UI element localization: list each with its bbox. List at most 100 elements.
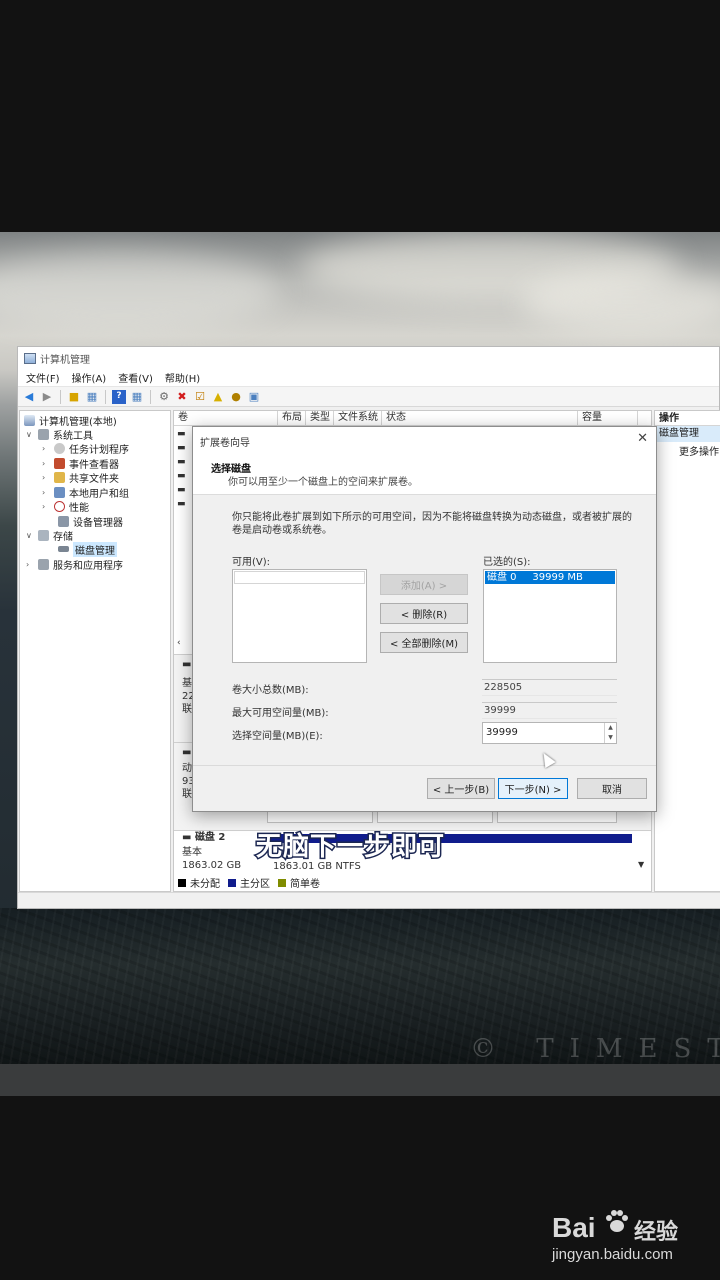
sky-cloud (0, 252, 280, 332)
window-titlebar: 计算机管理 (18, 347, 719, 369)
wizard-description: 你只能将此卷扩展到如下所示的可用空间，因为不能将磁盘转换为动态磁盘，或者被扩展的… (232, 512, 632, 536)
action-more[interactable]: 更多操作 (655, 442, 720, 464)
tree-root[interactable]: 计算机管理(本地) (24, 413, 117, 428)
sky-cloud (520, 272, 720, 332)
tree-storage[interactable]: ∨ 存储 (26, 528, 73, 543)
tree-task-scheduler[interactable]: › 任务计划程序 (42, 441, 129, 456)
close-icon[interactable]: ✕ (637, 431, 648, 446)
volume-row-icon[interactable]: ▬ (177, 500, 191, 509)
volume-row-icon[interactable]: ▬ (177, 472, 191, 481)
remove-button[interactable]: < 删除(R) (380, 603, 468, 624)
tree-services[interactable]: › 服务和应用程序 (26, 557, 123, 572)
video-subtitle: 无脑下一步即可 (254, 831, 446, 864)
total-size-label: 卷大小总数(MB): (232, 685, 309, 696)
menu-file[interactable]: 文件(F) (26, 370, 60, 385)
cancel-button[interactable]: 取消 (577, 778, 647, 799)
window-icon[interactable]: ▣ (247, 390, 261, 404)
tree-performance[interactable]: › 性能 (42, 499, 89, 514)
total-size-field: 228505 (482, 679, 617, 696)
tree-shared-folders[interactable]: › 共享文件夹 (42, 470, 119, 485)
tree-event-viewer[interactable]: › 事件查看器 (42, 456, 119, 471)
legend-swatch-primary (228, 878, 236, 887)
remove-all-button[interactable]: < 全部删除(M) (380, 632, 468, 653)
menu-view[interactable]: 查看(V) (118, 370, 153, 385)
chevron-right-icon[interactable]: › (42, 502, 50, 511)
max-space-field: 39999 (482, 702, 617, 719)
connect-icon[interactable]: ⚙ (157, 390, 171, 404)
wizard-subheading: 你可以用至少一个磁盘上的空间来扩展卷。 (228, 477, 418, 488)
next-button[interactable]: 下一步(N) > (498, 778, 568, 799)
available-list[interactable] (232, 569, 367, 663)
selected-disk-item[interactable]: 磁盘 0 39999 MB (485, 571, 615, 584)
column-extra (638, 411, 651, 426)
tree-local-users[interactable]: › 本地用户和组 (42, 485, 129, 500)
toolbar-separator (105, 389, 106, 404)
menu-action[interactable]: 操作(A) (72, 370, 107, 385)
legend-unallocated: 未分配 (190, 879, 220, 890)
volume-row-icon[interactable]: ▬ (177, 430, 191, 439)
column-layout[interactable]: 布局 (278, 411, 306, 426)
disk-b-type: 动 (182, 763, 192, 774)
legend-primary: 主分区 (240, 879, 270, 890)
column-volume[interactable]: 卷 (174, 411, 278, 426)
legend-simple: 简单卷 (290, 879, 320, 890)
disk-1-icon: ▬ (182, 659, 192, 670)
wizard-header: 扩展卷向导 ✕ 选择磁盘 你可以用至少一个磁盘上的空间来扩展卷。 (193, 427, 656, 495)
volume-row-icon[interactable]: ▬ (177, 444, 191, 453)
menu-help[interactable]: 帮助(H) (165, 370, 200, 385)
clock-icon (54, 442, 65, 454)
selected-list[interactable]: 磁盘 0 39999 MB (483, 569, 617, 663)
column-status[interactable]: 状态 (382, 411, 578, 426)
chevron-right-icon[interactable]: › (42, 473, 50, 482)
tree-device-manager[interactable]: 设备管理器 (58, 514, 123, 529)
disk-2-size: 1863.02 GB (182, 860, 242, 871)
back-arrow-icon[interactable]: ◀ (22, 390, 36, 404)
chevron-right-icon[interactable]: › (42, 444, 50, 453)
column-capacity[interactable]: 容量 (578, 411, 638, 426)
spin-down-icon[interactable]: ▼ (604, 733, 616, 743)
checklist-icon[interactable]: ☑ (193, 390, 207, 404)
forward-arrow-icon[interactable]: ▶ (40, 390, 54, 404)
baidu-brand-text: Bai (552, 1212, 596, 1243)
spin-up-icon[interactable]: ▲ (604, 723, 616, 733)
tree-disk-management[interactable]: 磁盘管理 (58, 541, 117, 557)
available-label: 可用(V): (232, 557, 271, 568)
show-tree-icon[interactable]: ▦ (85, 390, 99, 404)
back-button[interactable]: < 上一步(B) (427, 778, 495, 799)
extend-volume-wizard: 扩展卷向导 ✕ 选择磁盘 你可以用至少一个磁盘上的空间来扩展卷。 你只能将此卷扩… (192, 426, 657, 812)
scroll-left-icon[interactable]: ‹ (177, 639, 191, 648)
select-space-input[interactable]: 39999 ▲ ▼ (482, 722, 617, 744)
column-type[interactable]: 类型 (306, 411, 334, 426)
volume-row-icon[interactable]: ▬ (177, 458, 191, 467)
disk-legend: 未分配 主分区 简单卷 (178, 875, 320, 890)
delete-icon[interactable]: ✖ (175, 390, 189, 404)
add-button[interactable]: 添加(A) > (380, 574, 468, 595)
select-space-value[interactable]: 39999 (486, 727, 518, 738)
services-icon (38, 558, 49, 570)
storage-icon (38, 529, 49, 541)
chevron-right-icon[interactable]: › (42, 459, 50, 468)
toolbar: ◀ ▶ ■ ▦ ? ▦ ⚙ ✖ ☑ ▲ ● ▣ (18, 387, 719, 407)
scroll-down-icon[interactable]: ▼ (638, 859, 644, 871)
baidu-paw-icon (606, 1210, 628, 1232)
chevron-right-icon[interactable]: › (26, 560, 34, 569)
navigation-tree: 计算机管理(本地) ∨ 系统工具 › 任务计划程序 › 事件查看器 › 共享文件… (19, 410, 171, 892)
computer-icon (24, 414, 35, 426)
up-folder-icon[interactable]: ■ (67, 390, 81, 404)
shared-folder-icon (54, 471, 65, 483)
search-disk-icon[interactable]: ● (229, 390, 243, 404)
chevron-down-icon[interactable]: ∨ (26, 531, 34, 540)
tree-system-tools[interactable]: ∨ 系统工具 (26, 427, 93, 442)
volume-row-icon[interactable]: ▬ (177, 486, 191, 495)
chevron-down-icon[interactable]: ∨ (26, 430, 34, 439)
window-title: 计算机管理 (40, 354, 90, 366)
video-bottom-bar (0, 1064, 720, 1096)
column-filesystem[interactable]: 文件系统 (334, 411, 382, 426)
action-disk-management[interactable]: 磁盘管理 (655, 426, 720, 442)
chevron-right-icon[interactable]: › (42, 488, 50, 497)
properties-icon[interactable]: ▦ (130, 390, 144, 404)
help-icon[interactable]: ? (112, 389, 126, 404)
disk-1-state: 联 (182, 704, 192, 715)
new-volume-icon[interactable]: ▲ (211, 390, 225, 404)
baidu-url-text: jingyan.baidu.com (552, 1246, 673, 1263)
